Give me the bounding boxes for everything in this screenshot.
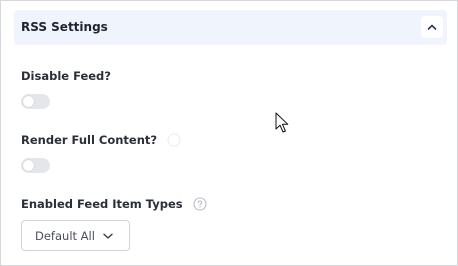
question-circle-icon[interactable]	[193, 196, 207, 211]
render-full-content-label: Render Full Content?	[21, 133, 158, 147]
collapse-button[interactable]	[421, 16, 443, 38]
section-header[interactable]: RSS Settings	[14, 10, 447, 45]
select-value: Default All	[35, 229, 95, 243]
enabled-feed-item-types-label: Enabled Feed Item Types	[21, 197, 183, 211]
render-full-content-field: Render Full Content?	[21, 132, 181, 148]
disable-feed-toggle[interactable]	[21, 94, 50, 109]
toggle-knob	[23, 160, 34, 171]
render-full-content-toggle[interactable]	[21, 158, 50, 173]
section-title: RSS Settings	[21, 20, 108, 34]
chevron-up-icon	[427, 24, 437, 30]
enabled-feed-item-types-field: Enabled Feed Item Types	[21, 196, 207, 212]
chevron-down-icon	[103, 233, 113, 239]
toggle-knob	[23, 96, 34, 107]
question-circle-icon[interactable]	[167, 132, 181, 147]
feed-item-types-select[interactable]: Default All	[21, 220, 130, 251]
rss-settings-panel: RSS Settings Disable Feed? Render Full C…	[0, 0, 458, 266]
mouse-cursor-icon	[275, 112, 289, 133]
disable-feed-label: Disable Feed?	[21, 69, 111, 83]
